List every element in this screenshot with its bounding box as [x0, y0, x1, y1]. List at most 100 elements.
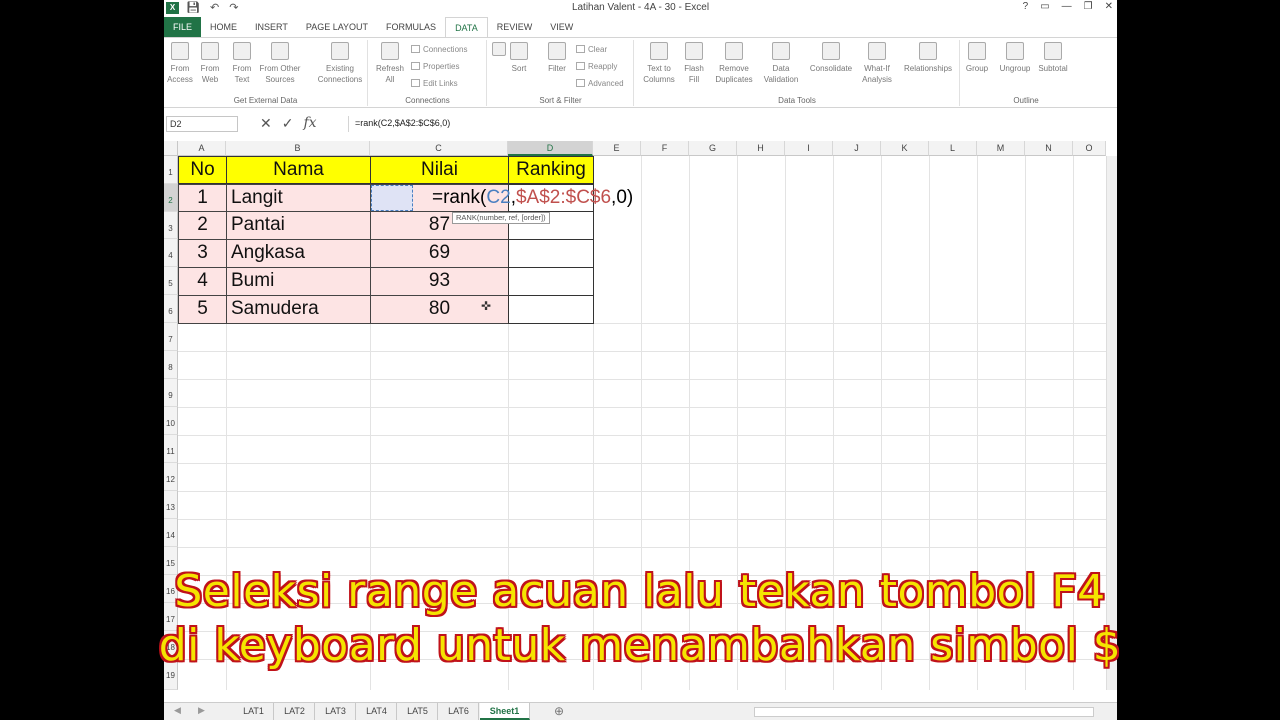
header-cell-ranking[interactable]: Ranking [508, 156, 594, 184]
edit-links-button[interactable]: Edit Links [411, 78, 458, 90]
new-sheet-plus-icon[interactable]: ⊕ [554, 704, 564, 718]
enter-icon[interactable]: ✓ [282, 115, 294, 132]
tab-formulas[interactable]: FORMULAS [377, 17, 445, 37]
row-header-12[interactable]: 12 [164, 463, 178, 491]
row-header-13[interactable]: 13 [164, 491, 178, 519]
reapply-button[interactable]: Reapply [576, 61, 617, 73]
remove-duplicates-button[interactable]: Remove Duplicates [711, 42, 757, 85]
from-other-sources-button[interactable]: From Other Sources [258, 42, 302, 85]
horizontal-scrollbar[interactable] [754, 707, 1094, 717]
text-to-columns-button[interactable]: Text to Columns [641, 42, 677, 85]
col-header-a[interactable]: A [178, 141, 226, 156]
header-cell-no[interactable]: No [178, 156, 227, 184]
sheet-scroll-left-icon[interactable]: ◀ [174, 705, 181, 716]
cancel-icon[interactable]: ✕ [260, 115, 272, 132]
help-button[interactable]: ? [1023, 1, 1029, 12]
cell-nilai[interactable]: 93 [370, 267, 509, 296]
consolidate-button[interactable]: Consolidate [805, 42, 857, 74]
cell-nilai[interactable]: 69 [370, 239, 509, 268]
advanced-button[interactable]: Advanced [576, 78, 624, 90]
sheet-scroll-right-icon[interactable]: ▶ [198, 705, 205, 716]
row-header-3[interactable]: 3 [164, 212, 178, 239]
col-header-b[interactable]: B [226, 141, 370, 156]
data-validation-button[interactable]: Data Validation [759, 42, 803, 85]
tab-view[interactable]: VIEW [541, 17, 582, 37]
cell-nama[interactable]: Pantai [226, 211, 371, 240]
col-header-l[interactable]: L [929, 141, 977, 156]
row-header-1[interactable]: 1 [164, 156, 178, 184]
sheet-tab-sheet1[interactable]: Sheet1 [480, 703, 530, 720]
col-header-f[interactable]: F [641, 141, 689, 156]
cell-no[interactable]: 5 [178, 295, 227, 324]
ungroup-button[interactable]: Ungroup [995, 42, 1035, 74]
name-box[interactable]: D2 [166, 116, 238, 132]
col-header-k[interactable]: K [881, 141, 929, 156]
relationships-button[interactable]: Relationships [899, 42, 957, 74]
from-text-button[interactable]: From Text [228, 42, 256, 85]
col-header-d[interactable]: D [508, 141, 593, 156]
connections-button[interactable]: Connections [411, 44, 467, 56]
sheet-tab-lat4[interactable]: LAT4 [357, 703, 397, 720]
sheet-tab-lat1[interactable]: LAT1 [234, 703, 274, 720]
subtotal-button[interactable]: Subtotal [1035, 42, 1071, 74]
insert-function-icon[interactable]: fx [303, 115, 316, 132]
col-header-i[interactable]: I [785, 141, 833, 156]
cell-ranking[interactable] [508, 267, 594, 296]
row-header-5[interactable]: 5 [164, 267, 178, 295]
tab-page-layout[interactable]: PAGE LAYOUT [297, 17, 377, 37]
row-header-11[interactable]: 11 [164, 435, 178, 463]
properties-button[interactable]: Properties [411, 61, 459, 73]
col-header-h[interactable]: H [737, 141, 785, 156]
close-button[interactable]: ✕ [1105, 1, 1113, 12]
col-header-c[interactable]: C [370, 141, 508, 156]
cell-ranking[interactable] [508, 239, 594, 268]
cell-no[interactable]: 2 [178, 211, 227, 240]
restore-button[interactable]: ❐ [1084, 1, 1093, 12]
clear-button[interactable]: Clear [576, 44, 607, 56]
cell-no[interactable]: 3 [178, 239, 227, 268]
existing-connections-button[interactable]: Existing Connections [314, 42, 366, 85]
sheet-tab-lat5[interactable]: LAT5 [398, 703, 438, 720]
col-header-n[interactable]: N [1025, 141, 1073, 156]
col-header-o[interactable]: O [1073, 141, 1106, 156]
col-header-m[interactable]: M [977, 141, 1025, 156]
refresh-all-button[interactable]: Refresh All [373, 42, 407, 85]
row-header-2[interactable]: 2 [164, 184, 178, 212]
from-web-button[interactable]: From Web [196, 42, 224, 85]
group-button[interactable]: Group [961, 42, 993, 74]
cell-nama[interactable]: Samudera [226, 295, 371, 324]
sort-button[interactable]: Sort [506, 42, 532, 74]
header-cell-nilai[interactable]: Nilai [370, 156, 509, 184]
cell-nama[interactable]: Bumi [226, 267, 371, 296]
minimize-button[interactable]: — [1062, 1, 1072, 12]
row-header-10[interactable]: 10 [164, 407, 178, 435]
row-header-14[interactable]: 14 [164, 519, 178, 547]
select-all-corner[interactable] [164, 141, 178, 156]
tab-data[interactable]: DATA [445, 17, 488, 37]
flash-fill-button[interactable]: Flash Fill [681, 42, 707, 85]
cell-nama[interactable]: Angkasa [226, 239, 371, 268]
what-if-analysis-button[interactable]: What-If Analysis [857, 42, 897, 85]
sheet-tab-lat3[interactable]: LAT3 [316, 703, 356, 720]
row-header-6[interactable]: 6 [164, 295, 178, 323]
cell-no[interactable]: 4 [178, 267, 227, 296]
col-header-e[interactable]: E [593, 141, 641, 156]
tab-home[interactable]: HOME [201, 17, 246, 37]
col-header-j[interactable]: J [833, 141, 881, 156]
cell-nama[interactable]: Langit [226, 184, 371, 212]
sheet-tab-lat6[interactable]: LAT6 [439, 703, 479, 720]
formula-input[interactable]: =rank(C2,$A$2:$C$6,0) [348, 116, 1108, 132]
tab-review[interactable]: REVIEW [488, 17, 542, 37]
row-header-8[interactable]: 8 [164, 351, 178, 379]
row-header-7[interactable]: 7 [164, 323, 178, 351]
header-cell-nama[interactable]: Nama [226, 156, 371, 184]
tab-file[interactable]: FILE [164, 17, 202, 37]
row-header-4[interactable]: 4 [164, 239, 178, 267]
from-access-button[interactable]: From Access [166, 42, 194, 85]
cell-no[interactable]: 1 [178, 184, 227, 212]
filter-button[interactable]: Filter [544, 42, 570, 74]
tab-insert[interactable]: INSERT [246, 17, 297, 37]
ribbon-display-button[interactable]: ▭ [1040, 1, 1049, 12]
in-cell-formula[interactable]: =rank(C2,$A$2:$C$6,0) [432, 185, 633, 211]
row-header-9[interactable]: 9 [164, 379, 178, 407]
